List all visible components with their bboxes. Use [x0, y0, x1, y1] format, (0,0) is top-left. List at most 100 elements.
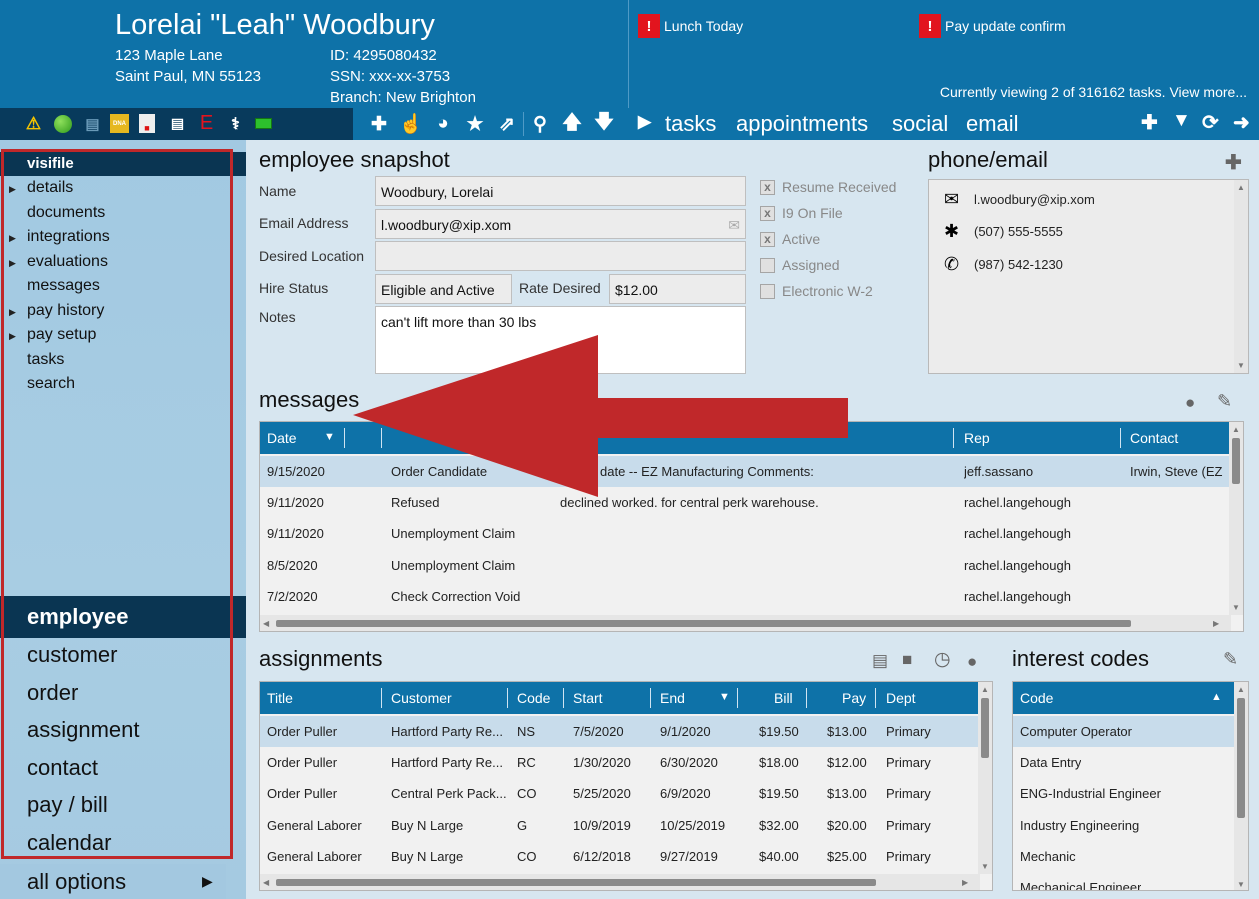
scroll-up-icon[interactable]: ▲ — [1232, 425, 1240, 434]
list-item[interactable]: Industry Engineering — [1013, 810, 1248, 841]
sidebar-item-tasks[interactable]: tasks — [27, 351, 64, 369]
tab-tasks[interactable]: tasks — [665, 111, 716, 137]
rate-desired-field[interactable]: $12.00 — [609, 274, 746, 304]
scroll-down-icon[interactable]: ▼ — [1232, 603, 1240, 612]
scroll-left-icon[interactable]: ◀ — [263, 619, 269, 628]
add-contact-method-icon[interactable]: ✚ — [1225, 150, 1242, 175]
expand-arrow-icon[interactable]: ▶ — [9, 233, 16, 244]
column-header-date[interactable]: Date — [267, 430, 297, 446]
sidebar-nav-contact[interactable]: contact — [27, 755, 98, 781]
table-row[interactable]: Order Puller Central Perk Pack... CO 5/2… — [260, 778, 992, 809]
column-header-bill[interactable]: Bill — [774, 690, 793, 706]
column-header-pay[interactable]: Pay — [842, 690, 866, 706]
table-row[interactable]: General Laborer Buy N Large CO 6/12/2018… — [260, 841, 992, 872]
sidebar-nav-assignment[interactable]: assignment — [27, 717, 140, 743]
list-item[interactable]: Data Entry — [1013, 747, 1248, 778]
sidebar-item-visifile[interactable]: visifile — [27, 155, 74, 172]
scroll-thumb[interactable] — [981, 698, 989, 758]
document-icon[interactable]: ▤ — [83, 114, 102, 133]
i9-on-file-checkbox[interactable]: x I9 On File — [760, 205, 843, 221]
sidebar-item-details[interactable]: details — [27, 179, 73, 197]
green-dot-icon[interactable] — [53, 114, 72, 133]
notes-field[interactable]: can't lift more than 30 lbs — [375, 306, 746, 374]
list-item[interactable]: Mechanic — [1013, 841, 1248, 872]
envelope-icon[interactable]: ✉ — [728, 217, 740, 234]
alert-pay-update[interactable]: ! Pay update confirm — [919, 14, 1066, 38]
sidebar-item-pay-history[interactable]: pay history — [27, 302, 104, 320]
electronic-w2-checkbox[interactable]: Electronic W-2 — [760, 283, 873, 299]
column-header-code[interactable]: Code — [517, 690, 550, 706]
clipboard-icon[interactable]: ▤ — [872, 651, 888, 671]
pdf-icon[interactable]: ■ — [139, 114, 155, 133]
tab-email[interactable]: email — [966, 111, 1019, 137]
dna-icon[interactable]: DNA — [110, 114, 129, 133]
list-item[interactable]: ENG-Industrial Engineer — [1013, 778, 1248, 809]
add-activity-icon[interactable]: ✚ — [1141, 110, 1158, 135]
sidebar-item-pay-setup[interactable]: pay setup — [27, 326, 96, 344]
clock-icon[interactable]: ◷ — [934, 648, 951, 671]
sidebar-item-integrations[interactable]: integrations — [27, 228, 110, 246]
table-row[interactable]: 8/5/2020 Unemployment Claim rachel.lange… — [260, 550, 1243, 581]
desired-location-field[interactable] — [375, 241, 746, 271]
list-item[interactable]: Computer Operator — [1013, 716, 1234, 747]
table-row[interactable]: General Laborer Buy N Large G 10/9/2019 … — [260, 810, 992, 841]
scroll-up-icon[interactable]: ▲ — [981, 685, 989, 694]
arrow-right-icon[interactable]: ➜ — [1233, 110, 1250, 135]
edit-pencil-icon[interactable]: ✎ — [1217, 391, 1232, 412]
medical-icon[interactable]: ⚕ — [226, 114, 245, 133]
edit-pencil-icon[interactable]: ✎ — [1223, 649, 1238, 670]
refresh-icon[interactable]: ⟳ — [1202, 110, 1219, 135]
table-row[interactable]: Order Puller Hartford Party Re... RC 1/3… — [260, 747, 992, 778]
scroll-up-icon[interactable]: ▲ — [1237, 685, 1245, 694]
column-header-rep[interactable]: Rep — [964, 430, 990, 446]
sidebar-item-documents[interactable]: documents — [27, 204, 105, 222]
sidebar-item-messages[interactable]: messages — [27, 277, 100, 295]
scroll-thumb[interactable] — [1237, 698, 1245, 818]
e-verify-icon[interactable]: E — [197, 112, 216, 134]
warning-icon[interactable]: ⚠ — [24, 114, 43, 133]
table-row[interactable]: 7/2/2020 Check Correction Void rachel.la… — [260, 581, 1243, 612]
filter-icon[interactable]: ▼ — [1172, 110, 1191, 132]
sidebar-nav-employee[interactable]: employee — [27, 604, 129, 630]
scroll-right-icon[interactable]: ▶ — [1213, 619, 1219, 628]
active-checkbox[interactable]: x Active — [760, 231, 820, 247]
alert-lunch[interactable]: ! Lunch Today — [638, 14, 743, 38]
hire-status-field[interactable]: Eligible and Active — [375, 274, 512, 304]
email-row[interactable]: ✉ l.woodbury@xip.xom — [937, 189, 1095, 210]
external-link-icon[interactable]: ⇗ — [491, 113, 523, 136]
expand-arrow-icon[interactable]: ▶ — [9, 184, 16, 195]
tasks-viewing-link[interactable]: Currently viewing 2 of 316162 tasks. Vie… — [940, 84, 1247, 100]
scroll-down-icon[interactable]: ▼ — [1237, 361, 1245, 370]
all-options-button[interactable]: all options ▶ — [0, 864, 226, 899]
comment-icon[interactable]: ● — [1185, 393, 1195, 413]
arrow-down-icon[interactable]: 🡇 — [588, 108, 620, 140]
assignments-horizontal-scrollbar[interactable]: ◀ ▶ — [260, 874, 980, 890]
phone-email-scrollbar[interactable]: ▲ ▼ — [1234, 180, 1248, 373]
scroll-right-icon[interactable]: ▶ — [962, 878, 968, 887]
folder-icon[interactable]: ■ — [902, 650, 912, 670]
column-header-start[interactable]: Start — [573, 690, 603, 706]
scroll-thumb[interactable] — [276, 879, 876, 886]
table-row[interactable]: 9/11/2020 Refused declined worked. for c… — [260, 487, 1243, 518]
messages-vertical-scrollbar[interactable]: ▲ ▼ — [1229, 422, 1243, 615]
scroll-thumb[interactable] — [276, 620, 1131, 627]
comment-icon[interactable]: ● — [967, 652, 977, 672]
pie-icon[interactable]: ◕ — [427, 113, 459, 135]
card-icon[interactable]: ▤ — [168, 114, 187, 133]
column-header-title[interactable]: Title — [267, 690, 293, 706]
column-header-dept[interactable]: Dept — [886, 690, 916, 706]
sidebar-item-evaluations[interactable]: evaluations — [27, 253, 108, 271]
scroll-left-icon[interactable]: ◀ — [263, 878, 269, 887]
sort-asc-icon[interactable]: ▲ — [1211, 691, 1222, 703]
column-header-end[interactable]: End — [660, 690, 685, 706]
sidebar-nav-pay-bill[interactable]: pay / bill — [27, 792, 108, 818]
sidebar-nav-customer[interactable]: customer — [27, 642, 117, 668]
expand-arrow-icon[interactable]: ▶ — [9, 331, 16, 342]
scroll-down-icon[interactable]: ▼ — [1237, 880, 1245, 889]
phone-row[interactable]: ✆ (987) 542-1230 — [937, 254, 1063, 275]
scroll-thumb[interactable] — [1232, 438, 1240, 484]
messages-horizontal-scrollbar[interactable]: ◀ ▶ — [260, 615, 1231, 631]
sidebar-item-search[interactable]: search — [27, 375, 75, 393]
name-field[interactable]: Woodbury, Lorelai — [375, 176, 746, 206]
expand-arrow-icon[interactable]: ▶ — [9, 258, 16, 269]
